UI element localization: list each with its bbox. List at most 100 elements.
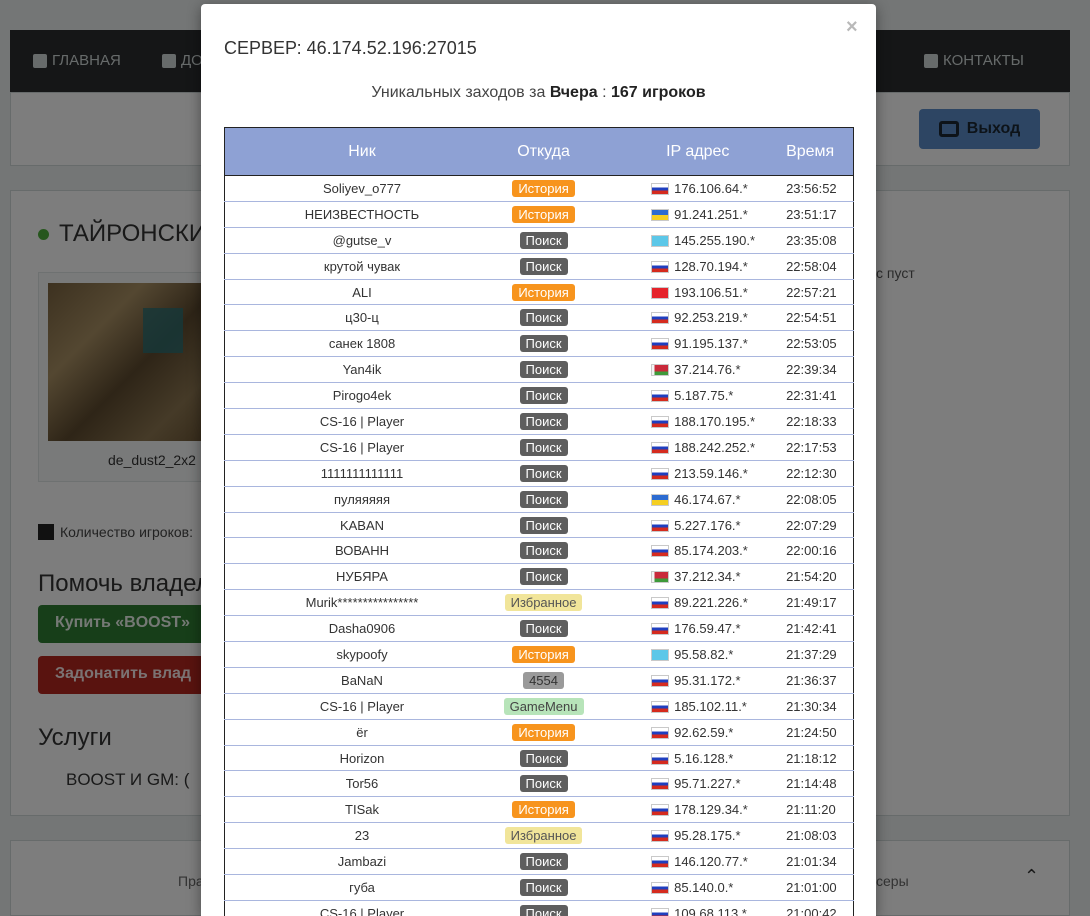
country-flag-icon xyxy=(651,778,670,791)
source-badge: Поиск xyxy=(519,568,568,586)
row-ip-text: 188.170.195.* xyxy=(674,413,756,429)
row-ip: 95.71.227.* xyxy=(588,770,756,798)
row-ip: 5.16.128.* xyxy=(588,745,756,772)
row-time: 22:39:34 xyxy=(755,356,854,384)
country-flag-icon xyxy=(651,571,670,584)
country-flag-icon xyxy=(651,597,670,610)
row-from: Поиск xyxy=(499,382,589,410)
table-row: TISak История 178.129.34.* 21:11:20 xyxy=(224,796,854,824)
row-nick: @gutse_v xyxy=(224,227,499,254)
row-from: История xyxy=(499,641,589,668)
table-row: Tor56 Поиск 95.71.227.* 21:14:48 xyxy=(224,770,854,798)
table-row: ALI История 193.106.51.* 22:57:21 xyxy=(224,279,854,306)
row-nick: CS-16 | Player xyxy=(224,434,499,461)
row-time: 21:49:17 xyxy=(755,589,854,617)
row-ip: 176.106.64.* xyxy=(588,175,756,202)
country-flag-icon xyxy=(651,830,670,843)
row-ip: 95.28.175.* xyxy=(588,822,756,850)
row-from: История xyxy=(499,201,589,228)
close-icon[interactable]: × xyxy=(846,16,858,39)
row-nick: санек 1808 xyxy=(224,330,499,358)
row-time: 22:57:21 xyxy=(755,279,854,306)
table-row: KABAN Поиск 5.227.176.* 22:07:29 xyxy=(224,512,854,539)
row-from: Поиск xyxy=(499,563,589,591)
country-flag-icon xyxy=(651,752,670,765)
row-nick: ВОВАНН xyxy=(224,537,499,565)
table-row: CS-16 | Player GameMenu 185.102.11.* 21:30:… xyxy=(224,693,854,720)
row-from: Поиск xyxy=(499,434,589,461)
table-row: Dasha0906 Поиск 176.59.47.* 21:42:41 xyxy=(224,615,854,643)
table-row: крутой чувак Поиск 128.70.194.* 22:58:04 xyxy=(224,253,854,280)
row-nick: CS-16 | Player xyxy=(224,900,499,916)
row-nick: крутой чувак xyxy=(224,253,499,280)
source-badge: 4554 xyxy=(523,671,564,689)
source-badge: Избранное xyxy=(504,594,583,612)
row-time: 21:08:03 xyxy=(755,822,854,850)
table-row: губа Поиск 85.140.0.* 21:01:00 xyxy=(224,874,854,901)
row-nick: 23 xyxy=(224,822,499,850)
table-row: Pirogo4ek Поиск 5.187.75.* 22:31:41 xyxy=(224,382,854,410)
row-ip-text: 85.174.203.* xyxy=(674,543,748,559)
visits-table: Ник Откуда IP адрес Время Soliyev_o777 Ис… xyxy=(224,127,854,916)
row-ip: 37.212.34.* xyxy=(588,563,756,591)
row-nick: KABAN xyxy=(224,512,499,539)
source-badge: GameMenu xyxy=(503,697,584,715)
row-nick: Murik**************** xyxy=(224,589,499,617)
country-flag-icon xyxy=(651,700,670,713)
row-ip-text: 146.120.77.* xyxy=(674,854,748,870)
row-ip: 5.227.176.* xyxy=(588,512,756,539)
country-flag-icon xyxy=(651,234,670,247)
row-from: Поиск xyxy=(499,512,589,539)
row-ip-text: 92.62.59.* xyxy=(674,724,734,740)
row-ip-text: 176.106.64.* xyxy=(674,180,748,196)
row-time: 23:56:52 xyxy=(755,175,854,202)
table-row: CS-16 | Player Поиск 188.170.195.* 22:18:33 xyxy=(224,408,854,435)
country-flag-icon xyxy=(651,856,670,869)
country-flag-icon xyxy=(651,260,670,273)
row-time: 21:01:34 xyxy=(755,848,854,876)
source-badge: Поиск xyxy=(519,412,568,430)
row-ip-text: 95.28.175.* xyxy=(674,828,741,844)
country-flag-icon xyxy=(651,648,670,661)
row-from: Поиск xyxy=(499,330,589,358)
row-ip: 213.59.146.* xyxy=(588,460,756,487)
row-ip-text: 85.140.0.* xyxy=(674,879,734,895)
row-ip-text: 128.70.194.* xyxy=(674,258,748,274)
country-flag-icon xyxy=(651,493,670,506)
row-nick: Pirogo4ek xyxy=(224,382,499,410)
source-badge: История xyxy=(512,205,575,223)
source-badge: Поиск xyxy=(519,335,568,353)
table-header-row: Ник Откуда IP адрес Время xyxy=(224,127,854,176)
row-ip-text: 109.68.113.* xyxy=(674,905,747,916)
row-ip-text: 95.71.227.* xyxy=(674,776,741,792)
table-row: CS-16 | Player Поиск 109.68.113.* 21:00:42 xyxy=(224,900,854,916)
table-row: ёr История 92.62.59.* 21:24:50 xyxy=(224,719,854,746)
row-ip-text: 5.187.75.* xyxy=(674,388,734,404)
col-ip: IP адрес xyxy=(588,127,756,176)
row-nick: Tor56 xyxy=(224,770,499,798)
row-time: 21:24:50 xyxy=(755,719,854,746)
country-flag-icon xyxy=(651,415,670,428)
subtitle-prefix: Уникальных заходов за xyxy=(371,84,546,101)
source-badge: Поиск xyxy=(519,361,568,379)
row-time: 22:17:53 xyxy=(755,434,854,461)
row-ip: 85.140.0.* xyxy=(588,874,756,901)
table-row: Horizon Поиск 5.16.128.* 21:18:12 xyxy=(224,745,854,772)
row-nick: 1111111111111 xyxy=(224,460,499,487)
row-time: 23:51:17 xyxy=(755,201,854,228)
source-badge: Поиск xyxy=(519,438,568,456)
country-flag-icon xyxy=(651,441,670,454)
country-flag-icon xyxy=(651,312,670,325)
source-badge: Избранное xyxy=(504,827,583,845)
row-from: История xyxy=(499,279,589,306)
country-flag-icon xyxy=(651,338,670,351)
row-nick: TISak xyxy=(224,796,499,824)
row-ip: 46.174.67.* xyxy=(588,486,756,513)
row-nick: CS-16 | Player xyxy=(224,693,499,720)
country-flag-icon xyxy=(651,286,670,299)
country-flag-icon xyxy=(651,674,670,687)
row-from: История xyxy=(499,175,589,202)
country-flag-icon xyxy=(651,182,670,195)
row-from: Поиск xyxy=(499,745,589,772)
table-row: 1111111111111 Поиск 213.59.146.* 22:12:30 xyxy=(224,460,854,487)
